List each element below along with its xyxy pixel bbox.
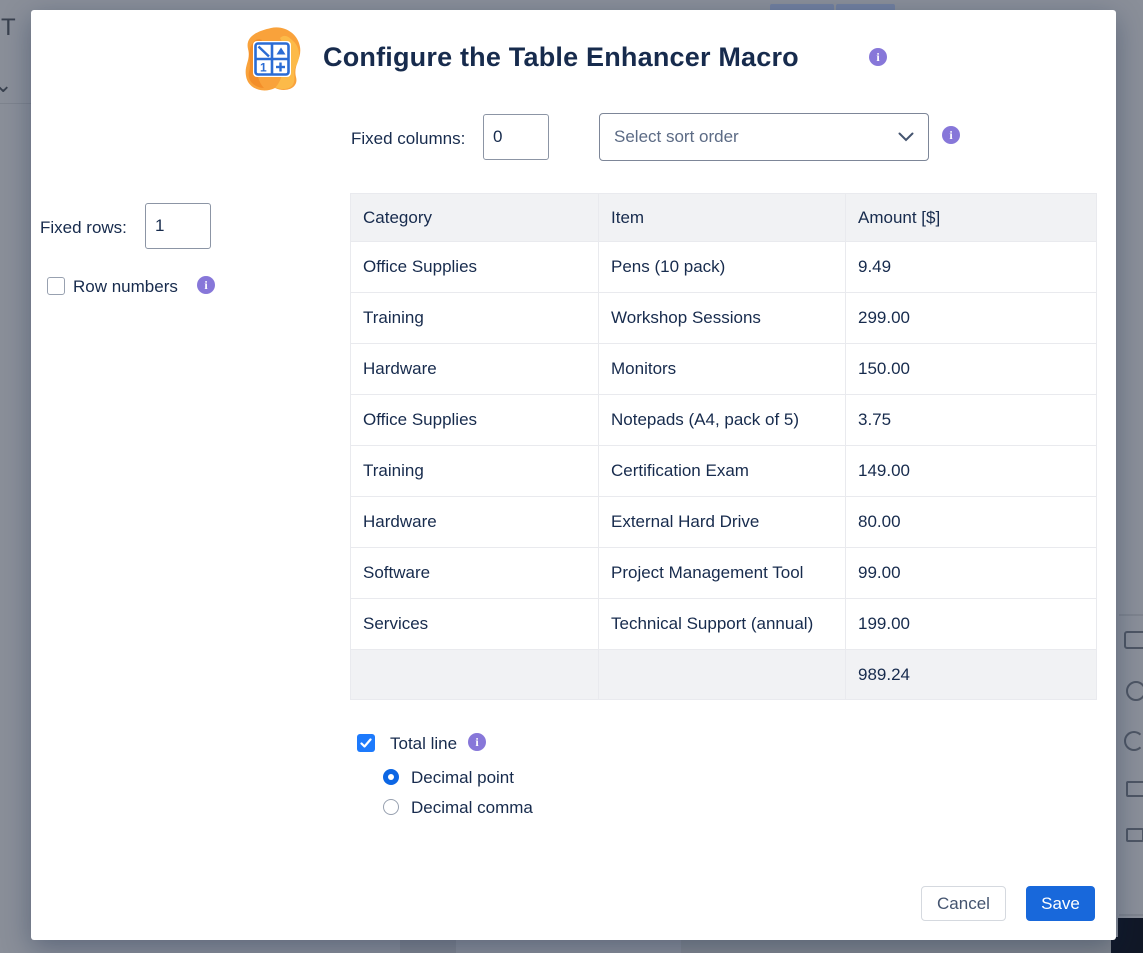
table-header-row: Category Item Amount [$] [351, 194, 1097, 242]
header-amount: Amount [$] [846, 194, 1097, 242]
table-total-row: 989.24 [351, 650, 1097, 700]
check-icon [360, 737, 372, 749]
background-toolbar-divider-2 [1119, 914, 1143, 916]
row-numbers-checkbox[interactable] [47, 277, 65, 295]
table-row: Training Workshop Sessions 299.00 [351, 293, 1097, 344]
row-numbers-info-icon[interactable]: i [197, 276, 215, 294]
table-row: Software Project Management Tool 99.00 [351, 548, 1097, 599]
background-page-partial-title: T [1, 14, 16, 42]
fixed-rows-label: Fixed rows: [40, 218, 127, 238]
table-row: Hardware External Hard Drive 80.00 [351, 497, 1097, 548]
background-comment-icon [1124, 631, 1143, 649]
background-chevron-icon: ⌄ [0, 72, 12, 98]
page: { "background": { "partial_letter": "T",… [0, 0, 1143, 953]
title-info-icon[interactable]: i [869, 48, 887, 66]
sort-order-select[interactable]: Select sort order [599, 113, 929, 161]
background-anchor-icon [1126, 828, 1143, 842]
save-button[interactable]: Save [1026, 886, 1095, 921]
background-table-cell-2 [681, 938, 1111, 953]
dialog-title: Configure the Table Enhancer Macro [323, 42, 799, 73]
chevron-down-icon [898, 132, 914, 142]
background-table-cell [400, 938, 456, 953]
total-line-info-icon[interactable]: i [468, 733, 486, 751]
fixed-columns-input[interactable] [483, 114, 549, 160]
decimal-point-label: Decimal point [411, 768, 514, 788]
fixed-rows-input[interactable] [145, 203, 211, 249]
header-category: Category [351, 194, 599, 242]
svg-text:1: 1 [260, 61, 267, 75]
background-link-icon [1124, 731, 1143, 751]
table-row: Hardware Monitors 150.00 [351, 344, 1097, 395]
decimal-point-radio[interactable] [383, 769, 399, 785]
background-frame-icon [1126, 781, 1143, 797]
total-line-checkbox[interactable] [357, 734, 375, 752]
table-row: Office Supplies Notepads (A4, pack of 5)… [351, 395, 1097, 446]
background-circle-icon [1126, 681, 1143, 701]
decimal-comma-radio[interactable] [383, 799, 399, 815]
total-line-label: Total line [390, 734, 457, 754]
sort-order-placeholder: Select sort order [614, 127, 898, 147]
table-enhancer-logo: 1 [240, 26, 304, 92]
table-row: Services Technical Support (annual) 199.… [351, 599, 1097, 650]
row-numbers-label: Row numbers [73, 277, 178, 297]
fixed-columns-label: Fixed columns: [351, 129, 465, 149]
decimal-comma-label: Decimal comma [411, 798, 533, 818]
header-item: Item [599, 194, 846, 242]
sort-order-info-icon[interactable]: i [942, 126, 960, 144]
preview-table: Category Item Amount [$] Office Supplies… [350, 193, 1097, 700]
background-divider [0, 103, 31, 104]
macro-config-dialog: 1 Configure the Table Enhancer Macro i F… [31, 10, 1116, 940]
table-row: Office Supplies Pens (10 pack) 9.49 [351, 242, 1097, 293]
table-row: Training Certification Exam 149.00 [351, 446, 1097, 497]
background-toolbar-divider [1119, 614, 1143, 616]
cancel-button[interactable]: Cancel [921, 886, 1006, 921]
